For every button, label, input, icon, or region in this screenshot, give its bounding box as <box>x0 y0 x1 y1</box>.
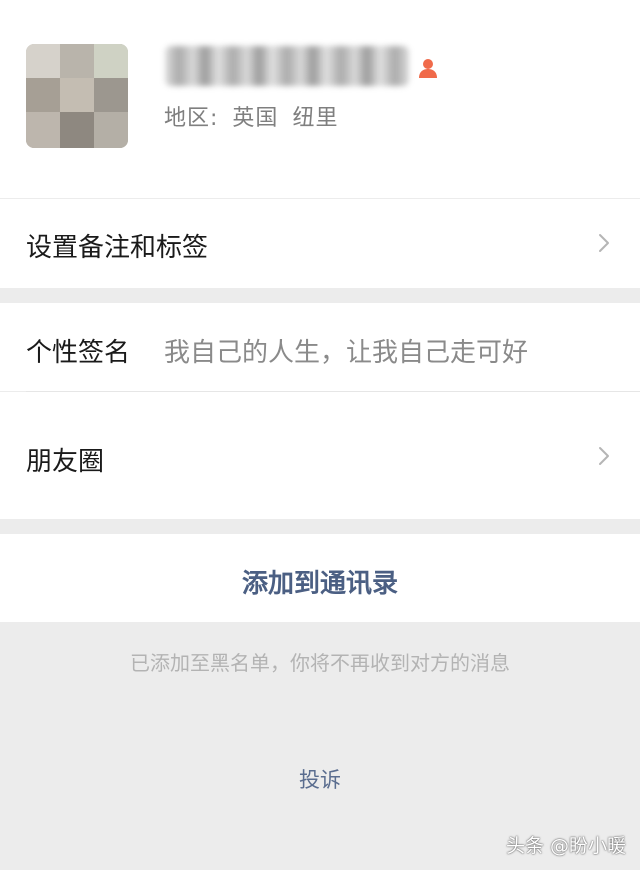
signature-value: 我自己的人生，让我自己走可好 <box>164 338 529 368</box>
chevron-right-icon <box>599 234 609 252</box>
region-country: 英国 <box>232 106 279 131</box>
set-remarks-tags-row[interactable]: 设置备注和标签 <box>0 199 640 288</box>
set-remarks-tags-label: 设置备注和标签 <box>26 233 209 263</box>
region-label: 地区: <box>164 106 219 131</box>
moments-row[interactable]: 朋友圈 <box>0 392 640 519</box>
signature-label: 个性签名 <box>26 338 131 368</box>
add-to-contacts-button[interactable]: 添加到通讯录 <box>0 563 640 600</box>
person-icon <box>419 59 437 78</box>
watermark: 头条 @盼小暖 <box>505 835 626 857</box>
region-info: 地区: 英国 纽里 <box>164 100 344 132</box>
region-city: 纽里 <box>292 106 339 131</box>
avatar[interactable] <box>26 44 128 148</box>
profile-header: 地区: 英国 纽里 <box>0 0 640 198</box>
signature-row: 个性签名 我自己的人生，让我自己走可好 <box>0 303 640 391</box>
chevron-right-icon <box>599 447 609 465</box>
moments-label: 朋友圈 <box>26 447 105 477</box>
add-to-contacts-row[interactable]: 添加到通讯录 <box>0 534 640 622</box>
complain-link[interactable]: 投诉 <box>0 764 640 794</box>
blacklist-notice: 已添加至黑名单，你将不再收到对方的消息 <box>130 651 510 675</box>
obscured-display-name <box>165 46 409 86</box>
